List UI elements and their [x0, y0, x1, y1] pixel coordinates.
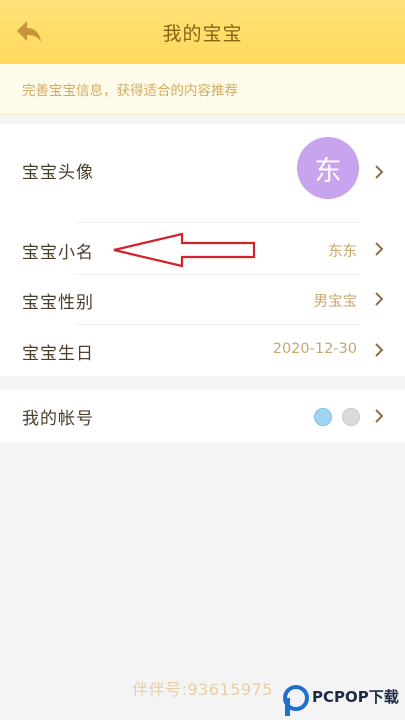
- tip-text: 完善宝宝信息，获得适合的内容推荐: [22, 83, 238, 99]
- watermark-text: PCPOP下载: [312, 688, 399, 706]
- chevron-right-icon: [375, 242, 384, 256]
- chevron-right-icon: [375, 165, 384, 179]
- row-baby-birthday[interactable]: 宝宝生日 2020-12-30: [0, 326, 405, 376]
- account-label: 我的帐号: [22, 409, 94, 429]
- gender-label: 宝宝性别: [22, 293, 94, 313]
- row-divider: [75, 222, 360, 223]
- birthday-value: 2020-12-30: [272, 341, 357, 357]
- red-arrow-icon: [113, 232, 256, 268]
- nickname-value: 东东: [328, 244, 357, 260]
- account-card[interactable]: 我的帐号: [0, 390, 405, 442]
- row-baby-gender[interactable]: 宝宝性别 男宝宝: [0, 276, 405, 324]
- page-title: 我的宝宝: [162, 23, 243, 45]
- avatar[interactable]: 东: [297, 137, 359, 199]
- chevron-right-icon: [375, 292, 384, 306]
- nickname-label: 宝宝小名: [22, 243, 94, 263]
- header-bar: 我的宝宝: [0, 0, 405, 64]
- gray-account-icon: [342, 408, 360, 426]
- chevron-right-icon: [375, 409, 384, 423]
- row-divider: [75, 274, 360, 275]
- blue-account-icon: [314, 408, 332, 426]
- gender-value: 男宝宝: [313, 294, 358, 310]
- row-divider: [75, 324, 360, 325]
- chevron-right-icon: [375, 343, 384, 357]
- birthday-label: 宝宝生日: [22, 344, 94, 364]
- tip-bar: 完善宝宝信息，获得适合的内容推荐: [0, 64, 405, 115]
- logo-icon: [283, 685, 309, 716]
- site-watermark: PCPOP下载: [282, 684, 405, 720]
- avatar-label: 宝宝头像: [22, 163, 94, 183]
